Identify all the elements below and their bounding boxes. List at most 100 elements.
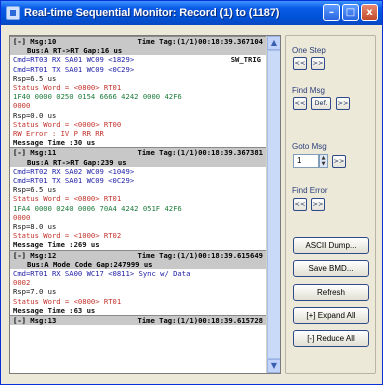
message-line: Message Time :269 us: [10, 240, 267, 249]
scroll-up-icon[interactable]: ▲: [267, 36, 280, 50]
message-line: 0002: [10, 278, 267, 287]
message-log-panel[interactable]: [-] Msg:10 Time Tag:(1/1)00:18:39.367104 B…: [9, 35, 281, 374]
message-line: Rsp=0.0 us: [10, 111, 267, 120]
message-line-text: Status Word = <0800> RT01: [13, 83, 122, 93]
message-line: 1FA4 0000 0240 0006 70A4 4242 051F 42F6: [10, 204, 267, 213]
message-line: Cmd=RT01 TX SA01 WC09 <0C29>: [10, 176, 267, 185]
message-line: Status Word = <0800> RT01: [10, 297, 267, 306]
message-number[interactable]: [-] Msg:12: [13, 251, 56, 260]
message-line-text: Cmd=RT01 TX SA01 WC09 <0C29>: [13, 176, 135, 186]
maximize-button[interactable]: □: [342, 4, 359, 21]
message-header[interactable]: [-] Msg:12 Time Tag:(1/1)00:18:39.615649 B…: [10, 249, 267, 270]
message-number[interactable]: [-] Msg:13: [13, 316, 56, 325]
message-line-text: Status Word = <0000> RT00: [13, 119, 122, 129]
message-line: Cmd=RT01 RX SA00 WC17 <0811> Sync w/ Dat…: [10, 269, 267, 278]
message-line: Message Time :30 us: [10, 138, 267, 147]
message-line: Status Word = <0800> RT01: [10, 194, 267, 203]
goto-msg-label: Goto Msg: [292, 142, 327, 151]
message-line: 1F40 0000 0250 0154 6666 4242 0000 42F6: [10, 92, 267, 101]
time-tag: Time Tag:(1/1)00:18:39.615649: [137, 250, 264, 260]
goto-msg-spinner[interactable]: ▲ ▼: [319, 154, 328, 168]
message-record[interactable]: [-] Msg:12 Time Tag:(1/1)00:18:39.615649 B…: [10, 249, 267, 315]
close-button[interactable]: x: [361, 4, 378, 21]
message-line-text: RW Error : IV P RR RR: [13, 129, 104, 139]
message-record[interactable]: [-] Msg:13 Time Tag:(1/1)00:18:39.615728: [10, 315, 267, 326]
message-line: Message Time :63 us: [10, 306, 267, 315]
find-msg-prev-button[interactable]: <<: [293, 97, 307, 110]
message-record[interactable]: [-] Msg:10 Time Tag:(1/1)00:18:39.367104 B…: [10, 36, 267, 147]
message-line: Cmd=RT03 RX SA01 WC09 <1829> SW_TRIG: [10, 55, 267, 64]
minimize-button[interactable]: –: [323, 4, 340, 21]
one-step-prev-button[interactable]: <<: [293, 57, 307, 70]
window-title: Real-time Sequential Monitor: Record (1)…: [24, 7, 280, 19]
message-line: Status Word = <1000> RT02: [10, 231, 267, 240]
message-line-text: 0000: [13, 101, 31, 111]
expand-all-button[interactable]: [+] Expand All: [293, 307, 369, 324]
ascii-dump-button[interactable]: ASCII Dump...: [293, 237, 369, 254]
message-line-text: Status Word = <0800> RT01: [13, 296, 122, 306]
message-line-text: Cmd=RT03 RX SA01 WC09 <1829>: [13, 55, 135, 65]
message-line: 0000: [10, 213, 267, 222]
message-line: Rsp=7.0 us: [10, 287, 267, 296]
message-line-text: Message Time :269 us: [13, 240, 100, 250]
save-bmd-button[interactable]: Save BMD...: [293, 260, 369, 277]
message-line: RW Error : IV P RR RR: [10, 129, 267, 138]
app-icon: [6, 6, 20, 20]
message-bus-info: Bus:A RT->RT Gap:239 us: [27, 157, 127, 167]
monitor-window: Real-time Sequential Monitor: Record (1)…: [0, 0, 383, 385]
message-bus-info: Bus:A Mode Code Gap:247999 us: [27, 259, 153, 269]
message-line-text: Rsp=8.0 us: [13, 222, 57, 232]
find-msg-label: Find Msg: [292, 86, 325, 95]
refresh-button[interactable]: Refresh: [293, 284, 369, 301]
message-line-text: 1FA4 0000 0240 0006 70A4 4242 051F 42F6: [13, 203, 182, 213]
message-line-text: Cmd=RT01 RX SA00 WC17 <0811> Sync w/ Dat…: [13, 269, 191, 279]
message-header[interactable]: [-] Msg:10 Time Tag:(1/1)00:18:39.367104 B…: [10, 36, 267, 56]
message-line-text: Cmd=RT02 RX SA02 WC09 <1049>: [13, 166, 135, 176]
time-tag: Time Tag:(1/1)00:18:39.615728: [137, 316, 264, 326]
message-line-text: 0000: [13, 212, 31, 222]
scroll-down-icon[interactable]: ▼: [267, 359, 280, 373]
message-header[interactable]: [-] Msg:13 Time Tag:(1/1)00:18:39.615728: [10, 315, 267, 326]
message-bus-info: Bus:A RT->RT Gap:16 us: [27, 46, 123, 56]
message-line-text: Rsp=0.0 us: [13, 110, 57, 120]
find-error-next-button[interactable]: >>: [311, 198, 325, 211]
message-line: Rsp=6.5 us: [10, 185, 267, 194]
goto-msg-input[interactable]: 1: [293, 154, 319, 168]
goto-msg-next-button[interactable]: >>: [332, 155, 346, 168]
message-number[interactable]: [-] Msg:10: [13, 37, 56, 46]
message-line: Rsp=8.0 us: [10, 222, 267, 231]
message-line: Rsp=6.5 us: [10, 74, 267, 83]
message-line: Status Word = <0800> RT01: [10, 83, 267, 92]
message-number[interactable]: [-] Msg:11: [13, 148, 56, 157]
message-line-text: Rsp=6.5 us: [13, 185, 57, 195]
message-line: Cmd=RT02 RX SA02 WC09 <1049>: [10, 167, 267, 176]
scroll-thumb[interactable]: [267, 50, 280, 359]
message-line: Status Word = <0000> RT00: [10, 120, 267, 129]
time-tag: Time Tag:(1/1)00:18:39.367381: [137, 148, 264, 158]
message-header[interactable]: [-] Msg:11 Time Tag:(1/1)00:18:39.367381 B…: [10, 147, 267, 167]
find-msg-next-button[interactable]: >>: [336, 97, 350, 110]
message-line-text: Message Time :30 us: [13, 138, 96, 148]
find-error-prev-button[interactable]: <<: [293, 198, 307, 211]
time-tag: Time Tag:(1/1)00:18:39.367104: [137, 37, 264, 46]
message-line-text: Status Word = <0800> RT01: [13, 194, 122, 204]
message-line-text: 0002: [13, 278, 31, 288]
message-line-text: Status Word = <1000> RT02: [13, 231, 122, 241]
message-line: Cmd=RT01 TX SA01 WC09 <0C29>: [10, 65, 267, 74]
find-msg-def-button[interactable]: Def.: [311, 97, 331, 110]
find-error-label: Find Error: [292, 186, 328, 195]
trigger-tag: SW_TRIG: [230, 55, 261, 65]
message-line-text: Rsp=6.5 us: [13, 73, 57, 83]
title-bar[interactable]: Real-time Sequential Monitor: Record (1)…: [1, 1, 382, 25]
message-line-text: Cmd=RT01 TX SA01 WC09 <0C29>: [13, 64, 135, 74]
message-line-text: Message Time :63 us: [13, 305, 96, 315]
reduce-all-button[interactable]: [-] Reduce All: [293, 330, 369, 347]
message-line-text: Rsp=7.0 us: [13, 287, 57, 297]
spin-down-icon[interactable]: ▼: [322, 161, 326, 167]
message-line-text: 1F40 0000 0250 0154 6666 4242 0000 42F6: [13, 92, 182, 102]
message-log-list[interactable]: [-] Msg:10 Time Tag:(1/1)00:18:39.367104 B…: [10, 36, 267, 373]
one-step-next-button[interactable]: >>: [311, 57, 325, 70]
message-record[interactable]: [-] Msg:11 Time Tag:(1/1)00:18:39.367381 B…: [10, 147, 267, 249]
control-panel: One Step << >> Find Msg << Def. >> Goto …: [285, 35, 376, 374]
log-scrollbar[interactable]: ▲ ▼: [266, 36, 280, 373]
